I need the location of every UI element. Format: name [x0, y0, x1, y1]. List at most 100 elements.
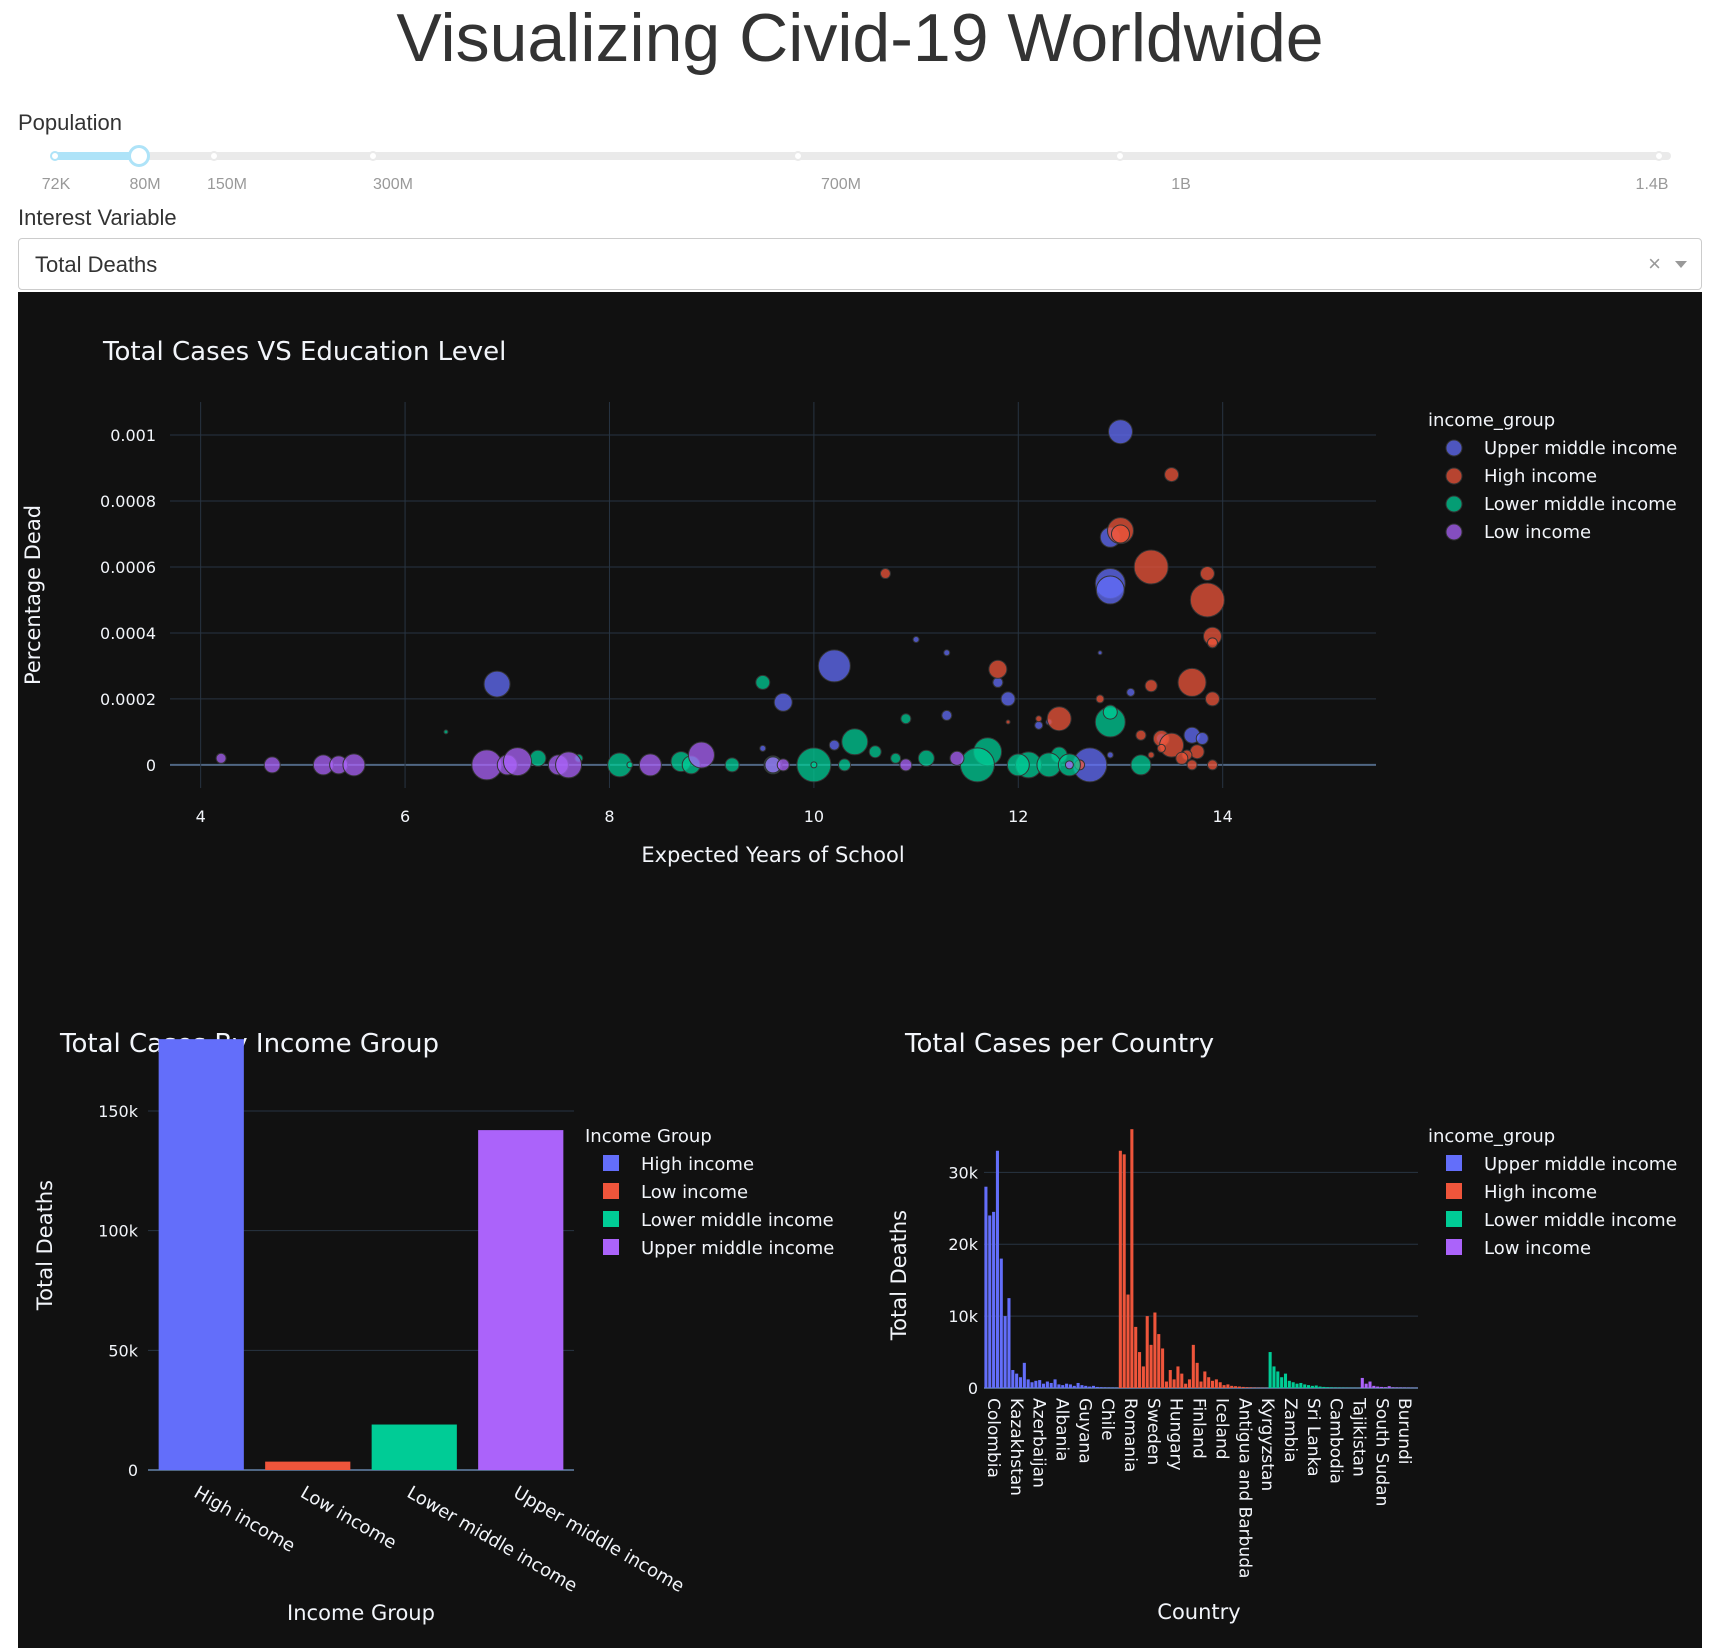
country-bar — [1153, 1312, 1157, 1388]
y-tick-label: 150k — [98, 1102, 139, 1121]
slider-mark[interactable]: 150M — [207, 176, 247, 194]
slider-mark[interactable]: 72K — [42, 176, 70, 194]
slider-dot[interactable] — [368, 151, 378, 161]
scatter-point — [1006, 753, 1030, 777]
country-bar — [1280, 1377, 1284, 1388]
country-bar — [995, 1150, 999, 1388]
country-bar — [1299, 1382, 1303, 1388]
scatter-point — [1164, 467, 1180, 483]
y-tick-label: 30k — [948, 1163, 978, 1182]
country-bar — [1041, 1383, 1046, 1388]
slider-dot[interactable] — [793, 151, 803, 161]
country-bar — [1045, 1381, 1049, 1388]
scatter-point — [810, 761, 818, 769]
scatter-point — [773, 692, 793, 712]
figure-panel: Total Cases VS Education Level 0 0.0002 0.0… — [18, 292, 1702, 1648]
slider-dot[interactable] — [50, 151, 60, 161]
country-bar — [1283, 1373, 1288, 1388]
x-tick-label: Upper middle income — [510, 1482, 688, 1597]
legend-label: Upper middle income — [641, 1238, 834, 1259]
y-tick-label: 0.0006 — [100, 558, 156, 577]
slider-mark[interactable]: 300M — [373, 176, 413, 194]
x-tick-label: Zambia — [1280, 1398, 1300, 1463]
country-bar — [1387, 1386, 1391, 1388]
legend-marker — [1446, 1183, 1462, 1199]
country-bar — [1318, 1386, 1322, 1388]
scatter-point — [687, 741, 715, 769]
scatter-point — [949, 750, 965, 766]
x-tick-label: Sweden — [1143, 1398, 1163, 1465]
scatter-point — [1110, 524, 1130, 544]
x-tick-label: Albania — [1052, 1398, 1072, 1461]
legend-label: High income — [641, 1154, 754, 1175]
x-tick-label: South Sudan — [1371, 1398, 1391, 1506]
slider-mark[interactable]: 1.4B — [1636, 176, 1669, 194]
scatter-title: Total Cases VS Education Level — [102, 337, 506, 367]
scatter-point — [1107, 419, 1133, 445]
country-bar — [1080, 1385, 1084, 1388]
y-tick-label: 20k — [948, 1235, 978, 1254]
slider-dot[interactable] — [1654, 151, 1664, 161]
population-slider[interactable]: 72K 80M 150M 300M 700M 1B 1.4B — [42, 145, 1671, 193]
slider-mark[interactable]: 700M — [821, 176, 861, 194]
country-bar — [1053, 1379, 1057, 1388]
country-bar — [1003, 1316, 1007, 1388]
country-bar — [1030, 1382, 1034, 1388]
slider-dot[interactable] — [1115, 151, 1125, 161]
country-bar — [1018, 1377, 1023, 1388]
country-bar — [984, 1186, 988, 1388]
page-title: Visualizing Civid-19 Worldwide — [396, 0, 1324, 76]
country-bar — [1291, 1382, 1295, 1388]
legend-marker — [1445, 495, 1463, 513]
scatter-point — [1064, 760, 1074, 770]
country-bar — [1287, 1380, 1291, 1388]
legend-marker — [1446, 1155, 1462, 1171]
country-bar — [1168, 1370, 1172, 1388]
scatter-point — [1206, 759, 1218, 771]
country-bar — [1241, 1386, 1245, 1388]
country-bar — [1180, 1373, 1184, 1388]
clear-icon[interactable]: × — [1648, 251, 1661, 277]
y-tick-label: 0 — [146, 756, 156, 775]
scatter-point — [817, 649, 851, 683]
scatter-point — [1000, 691, 1016, 707]
x-axis-title: Income Group — [287, 1601, 435, 1625]
country-bar — [1038, 1380, 1042, 1388]
scatter-point — [342, 753, 366, 777]
scatter-point — [1186, 759, 1198, 771]
slider-rail[interactable] — [55, 152, 1671, 160]
slider-dot[interactable] — [209, 151, 219, 161]
scatter-point — [1204, 691, 1220, 707]
country-bar — [1015, 1373, 1019, 1388]
country-bar — [1268, 1352, 1272, 1388]
country-bar — [1322, 1386, 1326, 1388]
chevron-down-icon[interactable] — [1675, 261, 1687, 268]
slider-mark[interactable]: 80M — [129, 176, 160, 194]
slider-handle[interactable] — [128, 145, 150, 167]
legend-label: Low income — [1484, 522, 1591, 543]
legend-marker — [1446, 1239, 1462, 1255]
scatter-point — [626, 761, 634, 769]
country-bar — [1130, 1129, 1134, 1388]
scatter-point — [1147, 751, 1155, 759]
slider-mark[interactable]: 1B — [1171, 176, 1191, 194]
scatter-point — [502, 747, 532, 777]
legend-marker — [603, 1183, 619, 1199]
scatter-point — [879, 568, 891, 580]
country-bar — [1187, 1379, 1192, 1388]
x-tick-label: 8 — [604, 807, 614, 826]
scatter-point — [1206, 637, 1218, 649]
legend-label: Lower middle income — [641, 1210, 834, 1231]
country-bar — [1199, 1381, 1203, 1388]
legend-label: Upper middle income — [1484, 438, 1677, 459]
country-bar — [1099, 1387, 1103, 1388]
scatter-point — [529, 749, 547, 767]
x-tick-label: Kazakhstan — [1006, 1398, 1026, 1496]
country-bar — [1330, 1387, 1334, 1388]
legend-label: Upper middle income — [1484, 1154, 1677, 1175]
y-tick-label: 0.0002 — [100, 690, 156, 709]
scatter-point — [776, 758, 790, 772]
interest-variable-dropdown[interactable]: Total Deaths × — [18, 238, 1702, 290]
scatter-point — [1095, 575, 1125, 605]
country-bar — [1360, 1377, 1364, 1388]
